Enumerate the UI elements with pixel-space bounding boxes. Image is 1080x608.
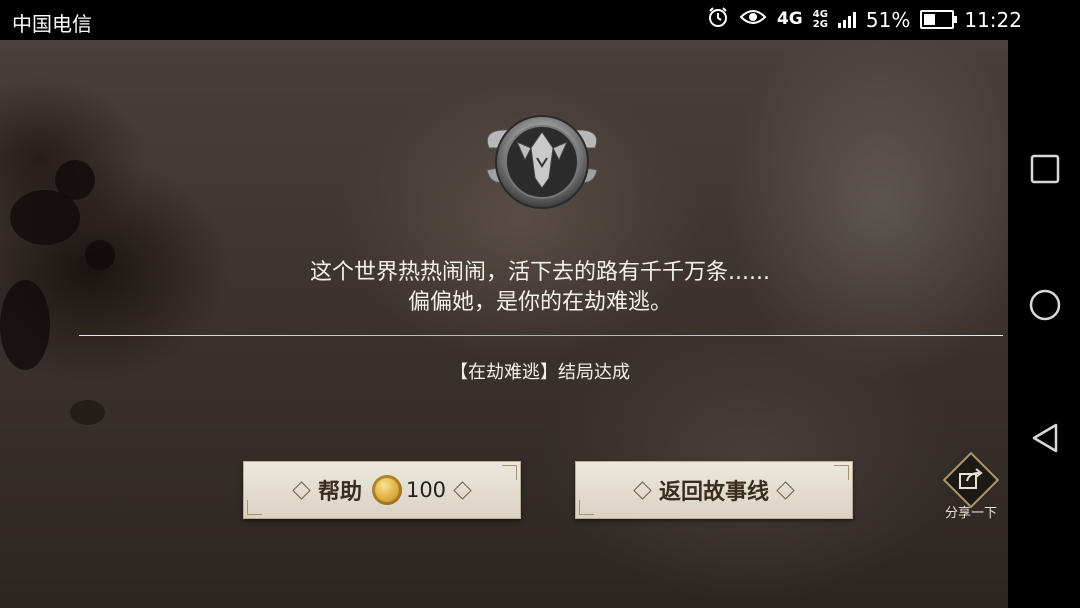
- navigation-bar: [1008, 40, 1080, 608]
- quote-line-2: 偏偏她，是你的在劫难逃。: [407, 290, 672, 315]
- help-button[interactable]: 帮助 100: [243, 461, 521, 519]
- quote-line-1: 这个世界热热闹闹，活下去的路有千千万条......: [310, 260, 770, 285]
- corner-ornament: [834, 465, 849, 480]
- carrier-name: 中国电信: [12, 12, 92, 36]
- ink-stain: [55, 160, 95, 200]
- network-type: 4G: [776, 9, 803, 29]
- network-dual: 4G 2G: [812, 8, 828, 30]
- diamond-icon: [633, 480, 652, 500]
- ending-achieved-text: 【在劫难逃】结局达成: [450, 362, 630, 383]
- coin-icon: [371, 475, 402, 505]
- share-button[interactable]: 分享一下: [942, 451, 1000, 524]
- network-small-bottom: 2G: [812, 18, 828, 30]
- network-small-top: 4G: [812, 8, 828, 20]
- game-screen: 这个世界热热闹闹，活下去的路有千千万条...... 偏偏她，是你的在劫难逃。 【…: [0, 40, 1008, 608]
- share-label: 分享一下: [944, 506, 997, 521]
- corner-ornament: [502, 465, 517, 480]
- back-button-label: 返回故事线: [658, 479, 769, 505]
- diamond-icon: [292, 480, 311, 500]
- eye-icon: [739, 7, 767, 32]
- battery-icon: [920, 10, 958, 29]
- diamond-icon: [453, 480, 472, 500]
- battery-percent: 51%: [865, 7, 911, 32]
- signal-icon: [837, 11, 856, 28]
- diamond-icon: [776, 480, 795, 500]
- help-cost: 100: [405, 478, 447, 502]
- alarm-icon: [707, 6, 729, 33]
- recent-apps-icon[interactable]: [1030, 154, 1060, 184]
- share-icon: [959, 468, 983, 489]
- clock: 11:22: [964, 7, 1022, 32]
- back-icon[interactable]: [1030, 422, 1060, 454]
- help-button-label: 帮助: [317, 479, 362, 505]
- corner-ornament: [247, 500, 262, 515]
- ending-emblem: [481, 108, 603, 216]
- back-to-storyline-button[interactable]: 返回故事线: [575, 461, 853, 519]
- status-icons: 4G 4G 2G 51% 11:22: [707, 6, 1022, 33]
- home-icon[interactable]: [1028, 288, 1062, 322]
- corner-ornament: [579, 500, 594, 515]
- status-bar: 中国电信 4G 4G 2G 51% 11:22: [0, 0, 1080, 40]
- divider: [79, 335, 1003, 336]
- ink-stain: [70, 400, 105, 425]
